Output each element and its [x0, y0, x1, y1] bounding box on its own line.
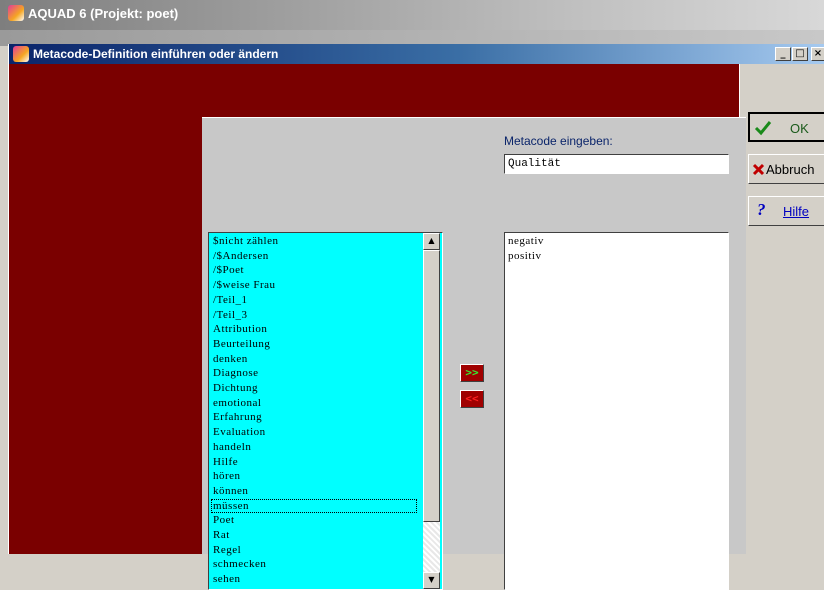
code-list-item[interactable]: $nicht zählen: [211, 234, 417, 248]
code-list-item[interactable]: /$weise Frau: [211, 278, 417, 292]
aquad-app-icon: [8, 5, 24, 21]
remove-code-button[interactable]: <<: [460, 390, 484, 408]
question-mark-icon: ?: [757, 200, 766, 219]
code-list-item[interactable]: Diagnose: [211, 366, 417, 380]
add-code-button[interactable]: >>: [460, 364, 484, 382]
dialog-icon: [13, 46, 29, 62]
code-list-item[interactable]: Beurteilung: [211, 337, 417, 351]
metacode-input[interactable]: Qualität: [504, 154, 729, 174]
code-list-item[interactable]: Erfahrung: [211, 410, 417, 424]
cancel-label: Abbruch: [766, 162, 815, 177]
arrow-down-icon[interactable]: ▼: [423, 572, 440, 589]
scrollbar-thumb[interactable]: [423, 250, 440, 522]
code-list-item[interactable]: denken: [211, 352, 417, 366]
code-list[interactable]: $nicht zählen/$Andersen/$Poet/$weise Fra…: [208, 232, 443, 590]
code-list-item[interactable]: Evaluation: [211, 425, 417, 439]
code-list-item[interactable]: /Teil_3: [211, 308, 417, 322]
metacode-list-item[interactable]: negativ: [508, 234, 544, 248]
cancel-button[interactable]: Abbruch: [748, 154, 824, 184]
x-icon: [752, 163, 765, 176]
code-list-item[interactable]: /$Poet: [211, 263, 417, 277]
code-list-item[interactable]: sehen: [211, 572, 417, 586]
ok-button[interactable]: OK: [748, 112, 824, 142]
code-list-scrollbar[interactable]: ▲ ▼: [423, 233, 440, 589]
metacode-codes-list[interactable]: negativ positiv: [504, 232, 729, 590]
dialog-title: Metacode-Definition einführen oder änder…: [33, 47, 279, 61]
arrow-up-icon[interactable]: ▲: [423, 233, 440, 250]
checkmark-icon: [754, 121, 772, 136]
metacode-panel: Metacode eingeben: Qualität $nicht zähle…: [202, 117, 746, 590]
code-list-item[interactable]: Rat: [211, 528, 417, 542]
app-title: AQUAD 6 (Projekt: poet): [28, 6, 179, 21]
metacode-dialog: Metacode-Definition einführen oder änder…: [8, 44, 824, 590]
code-list-item[interactable]: Dichtung: [211, 381, 417, 395]
action-panel: OK Abbruch ? Hilfe: [739, 64, 824, 554]
help-button[interactable]: ? Hilfe: [748, 196, 824, 226]
close-button[interactable]: ×: [811, 47, 824, 61]
minimize-button[interactable]: _: [775, 47, 791, 61]
code-list-item[interactable]: /$Andersen: [211, 249, 417, 263]
code-list-item[interactable]: Hilfe: [211, 455, 417, 469]
code-list-item[interactable]: Poet: [211, 513, 417, 527]
metacode-list-item[interactable]: positiv: [508, 249, 541, 263]
code-list-item[interactable]: Regel: [211, 543, 417, 557]
app-title-bar: AQUAD 6 (Projekt: poet): [0, 0, 824, 30]
maximize-button[interactable]: □: [792, 47, 808, 61]
help-label: Hilfe: [783, 204, 810, 219]
dialog-title-bar: Metacode-Definition einführen oder änder…: [9, 44, 824, 64]
code-list-item[interactable]: können: [211, 484, 417, 498]
code-list-item[interactable]: schmecken: [211, 557, 417, 571]
ok-label: OK: [790, 121, 809, 136]
code-list-item[interactable]: /Teil_1: [211, 293, 417, 307]
code-list-item[interactable]: handeln: [211, 440, 417, 454]
code-list-item[interactable]: müssen: [211, 498, 417, 513]
code-list-item[interactable]: hören: [211, 469, 417, 483]
code-list-item[interactable]: emotional: [211, 396, 417, 410]
metacode-label: Metacode eingeben:: [504, 134, 613, 148]
code-list-item[interactable]: Attribution: [211, 322, 417, 336]
